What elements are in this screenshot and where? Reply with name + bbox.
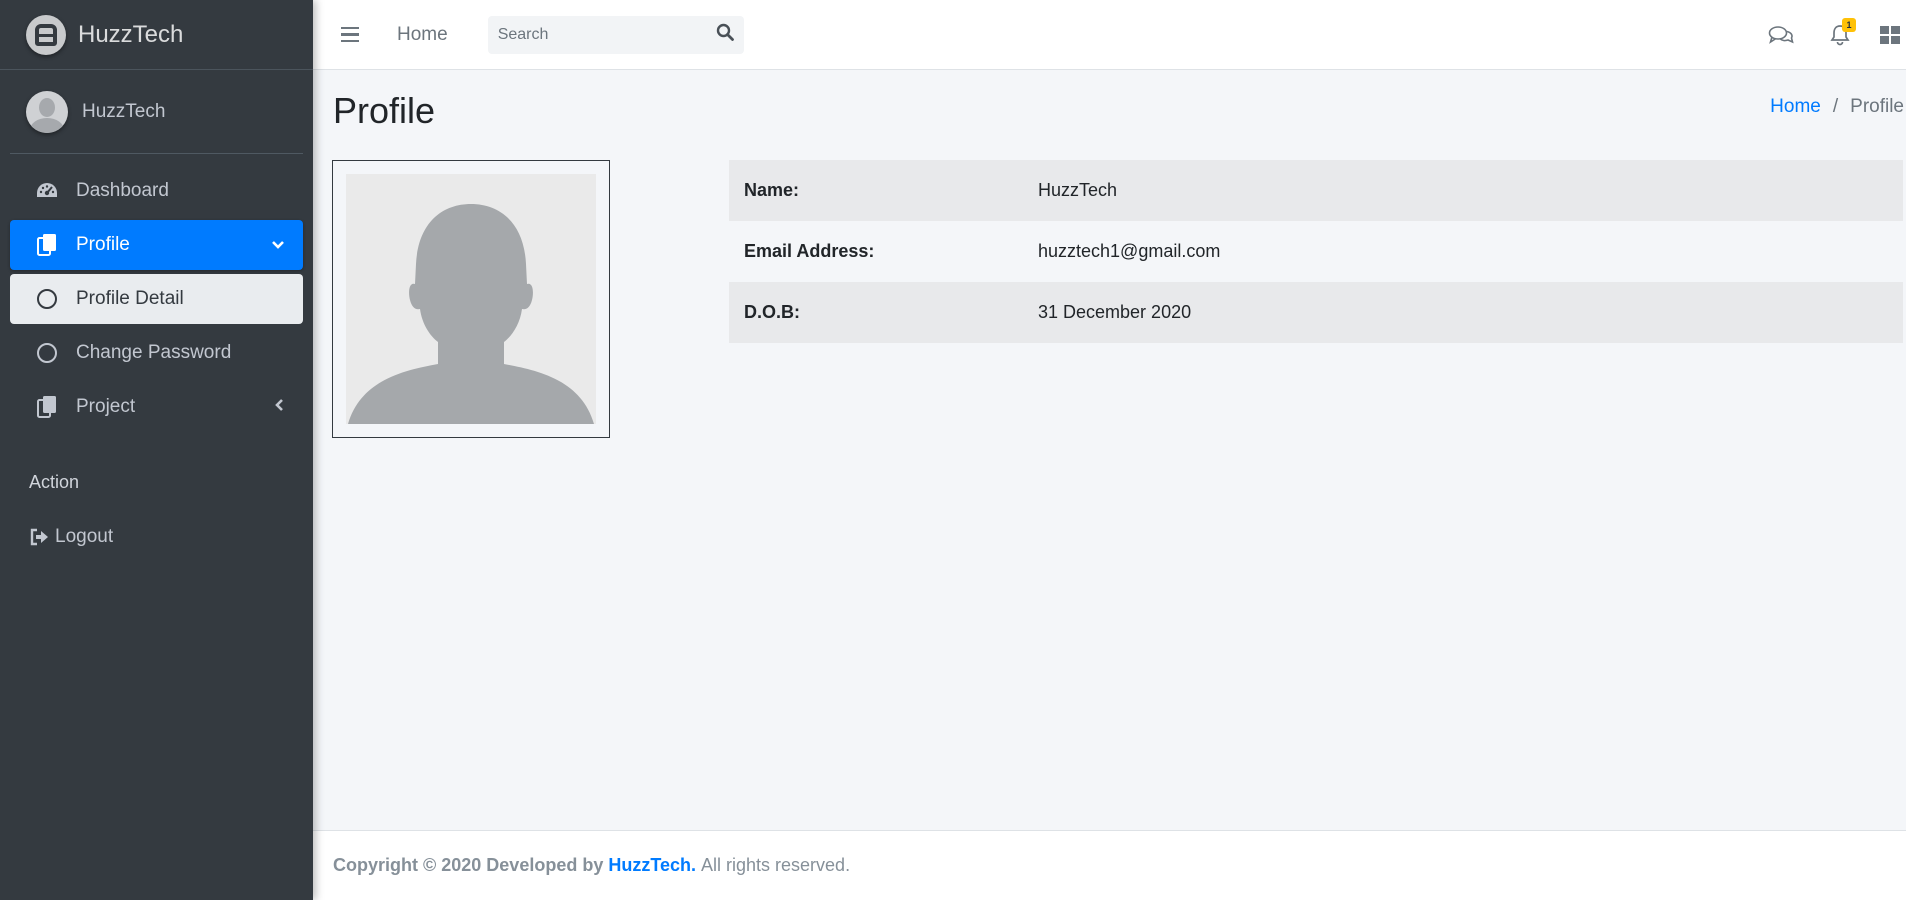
top-right-icons: 1: [1768, 0, 1906, 70]
sidebar-item-label: Project: [76, 396, 136, 417]
top-nav-home-link[interactable]: Home: [397, 24, 448, 46]
grid-icon[interactable]: [1880, 26, 1900, 44]
dob-label: D.O.B:: [744, 302, 800, 322]
sidebar-item-dashboard[interactable]: Dashboard: [10, 166, 303, 216]
sidebar-header-action: Action: [29, 472, 80, 492]
footer-copyright: Copyright © 2020 Developed by: [333, 855, 604, 875]
sidebar-nav: Dashboard Profile Profile Detail Change …: [0, 154, 313, 432]
search-input[interactable]: [497, 25, 698, 44]
name-value: HuzzTech: [1038, 180, 1118, 200]
logout-button[interactable]: Logout: [0, 514, 313, 560]
search-box: [487, 15, 744, 54]
content-wrapper: Profile Home / Profile Name: HuzzTech Em…: [313, 70, 1906, 830]
bell-icon[interactable]: 1: [1830, 18, 1856, 46]
sidebar-item-change-password[interactable]: Change Password: [10, 328, 303, 378]
chevron-down-icon: [271, 234, 285, 256]
email-value: huzztech1@gmail.com: [1038, 241, 1221, 261]
search-icon[interactable]: [716, 23, 734, 46]
brand-logo-icon: [26, 14, 66, 55]
circle-icon: [34, 343, 60, 363]
breadcrumb-home-link[interactable]: Home: [1770, 96, 1821, 118]
name-label: Name:: [744, 180, 800, 200]
table-row: Name: HuzzTech: [729, 160, 1903, 221]
sidebar-item-label: Profile: [76, 234, 130, 255]
footer-brand-link[interactable]: HuzzTech.: [608, 855, 696, 876]
chevron-left-icon: [275, 396, 285, 418]
profile-image-frame: [332, 160, 610, 438]
copy-icon: [34, 395, 60, 419]
user-name[interactable]: HuzzTech: [82, 101, 165, 123]
email-label: Email Address:: [744, 241, 875, 261]
tachometer-icon: [34, 181, 60, 201]
table-row: Email Address: huzztech1@gmail.com: [729, 221, 1903, 282]
sidebar-item-label: Change Password: [76, 342, 232, 363]
breadcrumb-current: Profile: [1850, 96, 1904, 117]
comments-icon[interactable]: [1768, 25, 1794, 45]
brand-name: HuzzTech: [78, 20, 184, 48]
sidebar-item-label: Dashboard: [76, 180, 169, 201]
sidebar: HuzzTech HuzzTech Dashboard Profile Prof…: [0, 0, 313, 900]
circle-icon: [34, 289, 60, 309]
footer: Copyright © 2020 Developed by HuzzTech. …: [313, 830, 1906, 900]
footer-rights: All rights reserved.: [701, 855, 851, 875]
dob-value: 31 December 2020: [1038, 302, 1192, 322]
profile-info-table: Name: HuzzTech Email Address: huzztech1@…: [729, 160, 1903, 343]
menu-toggle-icon[interactable]: [341, 26, 359, 43]
page-title: Profile: [333, 90, 436, 131]
sidebar-item-label: Profile Detail: [76, 288, 184, 309]
profile-placeholder-image: [346, 174, 596, 424]
sidebar-item-profile[interactable]: Profile: [10, 220, 303, 270]
avatar: [26, 90, 68, 133]
logout-label: Logout: [55, 526, 114, 547]
user-panel[interactable]: HuzzTech: [10, 70, 303, 154]
notification-badge: 1: [1842, 18, 1856, 32]
sign-out-icon: [29, 528, 49, 546]
sidebar-item-project[interactable]: Project: [10, 382, 303, 432]
copy-icon: [34, 233, 60, 257]
breadcrumb-separator: /: [1832, 96, 1839, 117]
sidebar-item-profile-detail[interactable]: Profile Detail: [10, 274, 303, 324]
brand-link[interactable]: HuzzTech: [0, 0, 313, 70]
breadcrumb: Home / Profile: [1770, 96, 1904, 118]
top-navbar: Home 1: [313, 0, 1906, 70]
table-row: D.O.B: 31 December 2020: [729, 282, 1903, 343]
